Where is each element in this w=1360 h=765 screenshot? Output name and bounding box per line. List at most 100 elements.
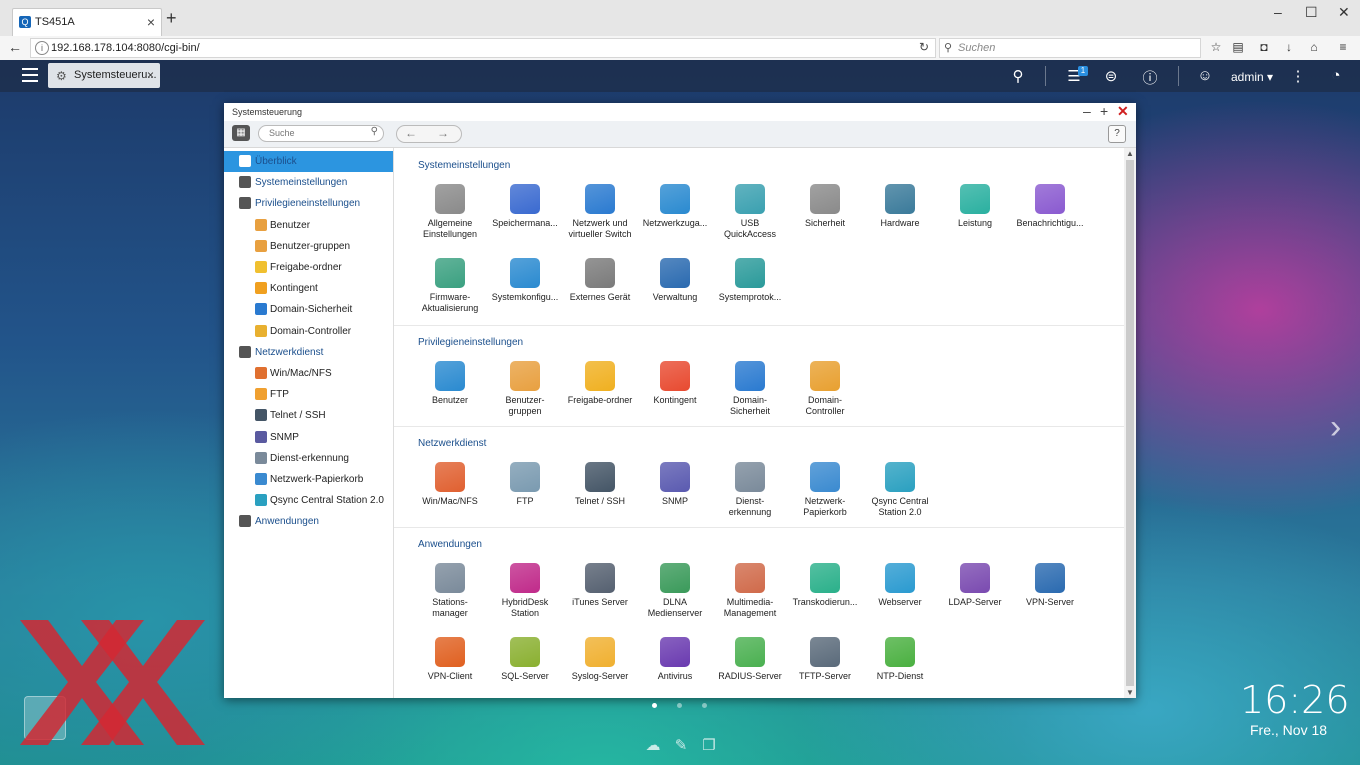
cloud-icon[interactable]: ☁ (643, 736, 663, 754)
user-avatar-icon[interactable]: ☺ (1195, 67, 1215, 84)
app-launcher[interactable]: Systemkonfigu... (485, 258, 565, 303)
dashboard-icon[interactable]: ◔ (1326, 67, 1346, 84)
sidebar-item[interactable]: Überblick (224, 151, 393, 172)
app-launcher[interactable]: Benutzer- gruppen (485, 361, 565, 416)
app-launcher[interactable]: Kontingent (635, 361, 715, 406)
app-launcher[interactable]: Speichermana... (485, 184, 565, 229)
home-icon[interactable]: ⌂ (1307, 40, 1321, 54)
close-app-tab-icon[interactable]: × (147, 68, 154, 82)
address-bar[interactable]: i 192.168.178.104:8080/cgi-bin/ ↻ (30, 38, 936, 58)
app-launcher[interactable]: Telnet / SSH (560, 462, 640, 507)
book-icon[interactable]: ❐ (699, 736, 719, 754)
user-menu[interactable]: admin ▾ (1231, 70, 1273, 84)
app-launcher[interactable]: USB QuickAccess (710, 184, 790, 239)
window-maximize-icon[interactable]: + (1100, 103, 1108, 119)
app-launcher[interactable]: Allgemeine Einstellungen (410, 184, 490, 239)
main-menu-icon[interactable] (22, 68, 38, 82)
close-tab-icon[interactable]: × (147, 14, 155, 30)
sidebar-item[interactable]: Domain-Sicherheit (224, 299, 393, 320)
app-launcher[interactable]: Verwaltung (635, 258, 715, 303)
bookmark-star-icon[interactable]: ☆ (1209, 40, 1223, 54)
window-close-icon[interactable]: ✕ (1117, 103, 1129, 120)
app-launcher[interactable]: Leistung (935, 184, 1015, 229)
search-icon[interactable]: ⚲ (1008, 67, 1028, 85)
app-launcher[interactable]: Netzwerk und virtueller Switch (560, 184, 640, 239)
app-launcher[interactable]: Sicherheit (785, 184, 865, 229)
app-launcher[interactable]: Transkodierun... (785, 563, 865, 608)
app-launcher[interactable]: NTP-Dienst (860, 637, 940, 682)
sidebar-item[interactable]: Netzwerkdienst (224, 342, 393, 363)
window-search-input[interactable]: Suche ⚲ (258, 125, 384, 142)
sidebar-item[interactable]: SNMP (224, 427, 393, 448)
window-minimize-icon[interactable]: – (1083, 103, 1091, 119)
app-launcher[interactable]: Externes Gerät (560, 258, 640, 303)
app-launcher[interactable]: Netzwerkzuga... (635, 184, 715, 229)
app-launcher[interactable]: Win/Mac/NFS (410, 462, 490, 507)
reload-icon[interactable]: ↻ (919, 40, 929, 54)
app-launcher[interactable]: Benutzer (410, 361, 490, 406)
scrollbar-thumb[interactable] (1126, 160, 1134, 686)
sidebar-item[interactable]: Privilegieneinstellungen (224, 193, 393, 214)
sidebar-item[interactable]: Kontingent (224, 278, 393, 299)
app-launcher[interactable]: Freigabe-ordner (560, 361, 640, 406)
window-title-bar[interactable]: Systemsteuerung – + ✕ (224, 103, 1136, 121)
scroll-up-icon[interactable]: ▲ (1126, 149, 1134, 158)
new-tab-icon[interactable]: + (166, 9, 177, 27)
desktop-page-dots[interactable] (652, 697, 727, 711)
app-launcher[interactable]: Dienst- erkennung (710, 462, 790, 517)
sidebar-item[interactable]: Netzwerk-Papierkorb (224, 469, 393, 490)
sidebar-item[interactable]: Domain-Controller (224, 321, 393, 342)
sidebar-item[interactable]: Qsync Central Station 2.0 (224, 490, 393, 511)
app-launcher[interactable]: Domain- Controller (785, 361, 865, 416)
app-launcher[interactable]: Firmware- Aktualisierung (410, 258, 490, 313)
sidebar-item[interactable]: FTP (224, 384, 393, 405)
app-launcher[interactable]: Stations- manager (410, 563, 490, 618)
app-launcher[interactable]: Netzwerk- Papierkorb (785, 462, 865, 517)
browser-tab[interactable]: Q TS451A × (12, 8, 162, 37)
app-launcher[interactable]: VPN-Server (1010, 563, 1090, 608)
sidebar-item[interactable]: Anwendungen (224, 511, 393, 532)
app-launcher[interactable]: Syslog-Server (560, 637, 640, 682)
browser-menu-icon[interactable]: ≡ (1336, 40, 1350, 54)
app-launcher[interactable]: Benachrichtigu... (1010, 184, 1090, 229)
back-arrow-icon[interactable]: ← (8, 39, 22, 55)
app-launcher[interactable]: SNMP (635, 462, 715, 507)
app-launcher[interactable]: Multimedia- Management (710, 563, 790, 618)
app-launcher[interactable]: DLNA Medienserver (635, 563, 715, 618)
app-launcher[interactable]: Systemprotok... (710, 258, 790, 303)
app-launcher[interactable]: VPN-Client (410, 637, 490, 682)
tools-icon[interactable]: ✎ (671, 736, 691, 754)
app-launcher[interactable]: Qsync Central Station 2.0 (860, 462, 940, 517)
external-device-icon[interactable]: ⊜ (1101, 67, 1121, 85)
app-launcher[interactable]: Antivirus (635, 637, 715, 682)
app-launcher[interactable]: SQL-Server (485, 637, 565, 682)
scrollbar[interactable]: ▲ ▼ (1124, 148, 1136, 698)
app-launcher[interactable]: FTP (485, 462, 565, 507)
more-options-icon[interactable]: ⋮ (1288, 67, 1308, 85)
app-launcher[interactable]: iTunes Server (560, 563, 640, 608)
help-button[interactable]: ? (1108, 125, 1126, 143)
qts-app-tab[interactable]: ⚙ Systemsteueru... × (48, 63, 160, 88)
maximize-icon[interactable]: ☐ (1305, 4, 1318, 21)
app-launcher[interactable]: RADIUS-Server (710, 637, 790, 682)
app-launcher[interactable]: HybridDesk Station (485, 563, 565, 618)
sidebar-item[interactable]: Freigabe-ordner (224, 257, 393, 278)
event-info-icon[interactable]: ⓘ (1140, 67, 1160, 88)
app-launcher[interactable]: Webserver (860, 563, 940, 608)
browser-search-field[interactable]: ⚲ Suchen (939, 38, 1201, 58)
pocket-icon[interactable]: ◘ (1257, 40, 1271, 54)
view-toggle-icon[interactable]: ▦ (232, 125, 250, 141)
app-launcher[interactable]: TFTP-Server (785, 637, 865, 682)
info-icon[interactable]: i (35, 41, 49, 55)
sidebar-item[interactable]: Win/Mac/NFS (224, 363, 393, 384)
app-launcher[interactable]: Domain- Sicherheit (710, 361, 790, 416)
minimize-icon[interactable]: – (1274, 4, 1282, 20)
app-launcher[interactable]: LDAP-Server (935, 563, 1015, 608)
reading-list-icon[interactable]: ▤ (1231, 40, 1245, 54)
sidebar-item[interactable]: Systemeinstellungen (224, 172, 393, 193)
scroll-down-icon[interactable]: ▼ (1126, 688, 1134, 697)
forward-arrow-icon[interactable]: → (437, 126, 449, 140)
back-arrow-icon[interactable]: ← (405, 126, 417, 140)
sidebar-item[interactable]: Benutzer (224, 215, 393, 236)
sidebar-item[interactable]: Telnet / SSH (224, 405, 393, 426)
